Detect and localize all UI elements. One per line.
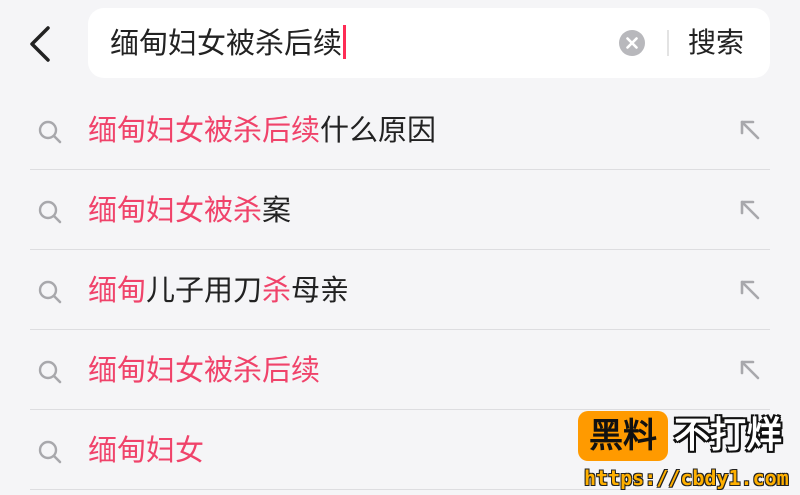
- fill-query-arrow-icon[interactable]: [736, 116, 764, 144]
- search-icon: [36, 198, 64, 226]
- search-submit-button[interactable]: 搜索: [688, 22, 744, 64]
- search-header: 缅甸妇女被杀后续 搜索: [0, 0, 800, 96]
- suggestion-extra-text: 什么原因: [320, 113, 437, 147]
- search-icon: [36, 438, 64, 466]
- suggestion-extra-text: 儿子用刀: [146, 273, 263, 307]
- suggestion-text: 缅甸妇女: [88, 428, 204, 472]
- watermark-title: 不打烊: [674, 415, 783, 456]
- search-divider: [667, 30, 669, 56]
- watermark-badge: 黑料: [578, 411, 668, 461]
- suggestion-match-text: 缅甸妇女: [88, 433, 205, 467]
- search-query-text: 缅甸妇女被杀后续: [110, 26, 343, 60]
- suggestion-text: 缅甸妇女被杀案: [88, 188, 291, 232]
- suggestion-text: 缅甸儿子用刀杀母亲: [88, 268, 349, 312]
- suggestion-item[interactable]: 缅甸儿子用刀杀母亲: [0, 250, 800, 330]
- watermark-url: https://cbdy1.com: [584, 466, 789, 490]
- suggestion-match-text: 缅甸妇女被杀后续: [88, 353, 321, 387]
- search-icon: [36, 278, 64, 306]
- suggestion-match-text: 缅甸妇女被杀: [88, 193, 263, 227]
- suggestion-item[interactable]: 缅甸妇女被杀后续: [0, 330, 800, 410]
- clear-icon: [626, 37, 638, 49]
- search-icon: [36, 118, 64, 146]
- suggestion-item[interactable]: 缅甸妇女被杀后续什么原因: [0, 90, 800, 170]
- fill-query-arrow-icon[interactable]: [736, 196, 764, 224]
- back-button[interactable]: [22, 22, 62, 66]
- fill-query-arrow-icon[interactable]: [736, 276, 764, 304]
- suggestion-match-text: 缅甸妇女被杀后续: [88, 113, 321, 147]
- suggestion-match-text: 杀: [262, 273, 292, 307]
- suggestion-match-text: 缅甸: [88, 273, 147, 307]
- suggestion-text: 缅甸妇女被杀后续: [88, 348, 320, 392]
- clear-button[interactable]: [619, 30, 645, 56]
- suggestion-item[interactable]: 缅甸妇女被杀案: [0, 170, 800, 250]
- search-icon: [36, 358, 64, 386]
- watermark: 黑料 不打烊 https://cbdy1.com: [578, 407, 800, 495]
- suggestion-text: 缅甸妇女被杀后续什么原因: [88, 108, 436, 152]
- back-arrow-icon: [30, 26, 50, 62]
- search-input[interactable]: 缅甸妇女被杀后续: [110, 22, 347, 64]
- text-caret: [343, 25, 347, 59]
- search-box[interactable]: 缅甸妇女被杀后续 搜索: [88, 8, 770, 78]
- fill-query-arrow-icon[interactable]: [736, 356, 764, 384]
- suggestion-extra-text: 案: [262, 193, 292, 227]
- suggestion-extra-text: 母亲: [291, 273, 350, 307]
